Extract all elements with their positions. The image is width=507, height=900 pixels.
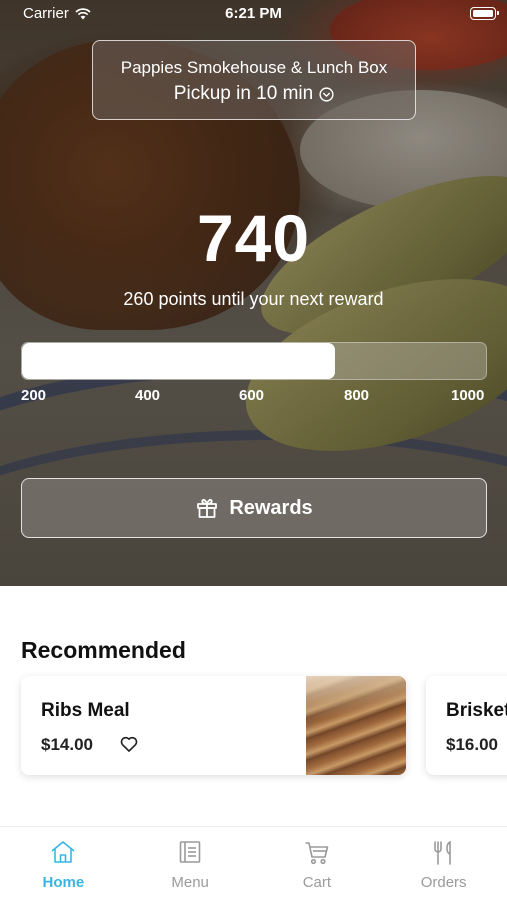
progress-tick: 1000: [451, 387, 485, 404]
battery-icon: [470, 7, 499, 20]
chevron-circle-down-icon: [319, 86, 334, 102]
tab-orders[interactable]: Orders: [380, 827, 507, 900]
heart-icon[interactable]: [119, 734, 139, 754]
item-name: Ribs Meal: [41, 700, 130, 721]
location-selector[interactable]: Pappies Smokehouse & Lunch Box Pickup in…: [92, 40, 416, 120]
menu-icon: [179, 841, 201, 863]
progress-tick: 200: [21, 387, 47, 404]
tab-label: Cart: [302, 874, 332, 891]
rewards-progress-bar: [21, 342, 487, 380]
tab-label: Orders: [420, 874, 467, 891]
hero-banner: Carrier 6:21 PM Pappies Smokehouse & Lun…: [0, 0, 507, 586]
tab-cart[interactable]: Cart: [254, 827, 381, 900]
recommended-title: Recommended: [21, 637, 186, 663]
points-total: 740: [196, 201, 311, 275]
points-caption: 260 points until your next reward: [123, 289, 384, 309]
tab-home[interactable]: Home: [0, 827, 127, 900]
home-icon: [51, 841, 75, 863]
tab-bar: Home Menu Cart Orders: [0, 826, 507, 900]
rewards-progress-fill: [22, 343, 336, 379]
progress-tick: 400: [135, 387, 161, 404]
rewards-button[interactable]: Rewards: [21, 478, 487, 538]
tab-label: Menu: [171, 874, 209, 891]
item-price: $16.00: [446, 735, 498, 754]
tab-menu[interactable]: Menu: [127, 827, 254, 900]
progress-tick: 800: [344, 387, 370, 404]
item-price: $14.00: [41, 735, 93, 754]
fork-knife-icon: [433, 840, 451, 865]
status-bar: Carrier 6:21 PM: [0, 0, 507, 28]
pickup-time: Pickup in 10 min: [173, 83, 314, 104]
rewards-button-label: Rewards: [229, 496, 313, 519]
cart-icon: [305, 842, 329, 865]
item-name: Brisket: [446, 700, 507, 721]
tab-label: Home: [42, 874, 85, 891]
item-photo: [306, 676, 406, 775]
status-time: 6:21 PM: [225, 5, 282, 22]
recommended-item-card[interactable]: Ribs Meal $14.00: [21, 676, 406, 775]
recommended-item-card[interactable]: Brisket $16.00: [426, 676, 507, 775]
gift-icon: [197, 498, 218, 518]
restaurant-name: Pappies Smokehouse & Lunch Box: [120, 58, 388, 77]
progress-tick: 600: [239, 387, 265, 404]
